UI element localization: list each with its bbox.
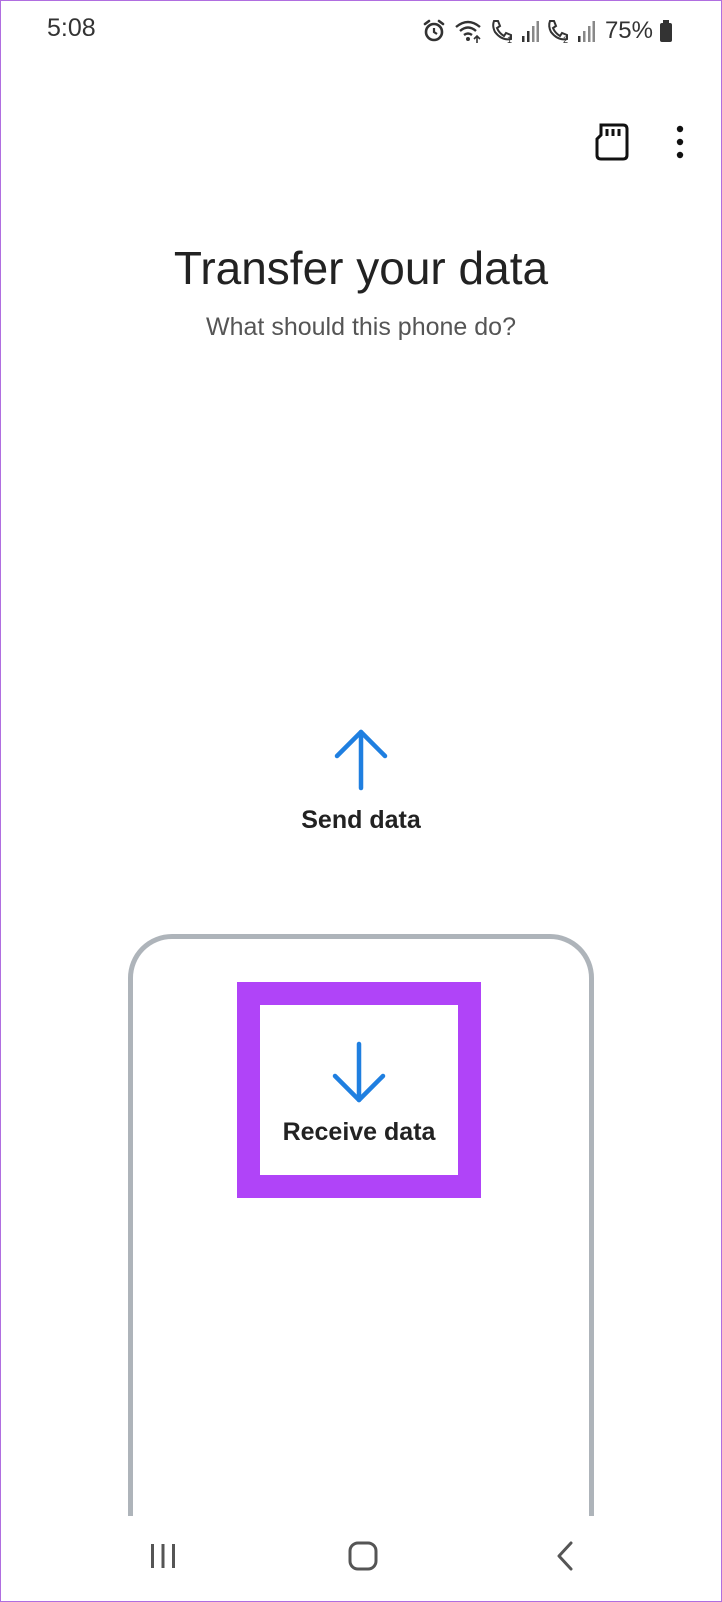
recents-icon	[148, 1542, 178, 1575]
screen: 5:08 1 2 75% Transfer your data What sho…	[0, 0, 722, 1602]
arrow-down-icon	[329, 1040, 389, 1106]
svg-text:2: 2	[563, 35, 568, 44]
home-icon	[347, 1540, 379, 1577]
sd-card-button[interactable]	[589, 121, 635, 167]
status-time: 5:08	[47, 14, 96, 42]
battery-percent: 75%	[604, 17, 653, 44]
battery-icon	[659, 19, 673, 43]
wifi-icon	[453, 18, 483, 44]
back-icon	[553, 1540, 577, 1577]
call-sim2-icon: 2	[545, 18, 571, 44]
page-subtitle: What should this phone do?	[206, 313, 516, 341]
signal-icon	[577, 19, 595, 43]
action-bar	[521, 117, 721, 177]
page-title: Transfer your data	[173, 242, 549, 294]
home-button[interactable]	[331, 1526, 395, 1590]
more-vertical-icon	[675, 125, 685, 164]
receive-data-label: Receive data	[282, 1118, 436, 1146]
status-bar: 5:08 1 2 75%	[1, 1, 721, 61]
sd-card-icon	[595, 123, 629, 166]
navigation-bar	[1, 1516, 721, 1601]
send-data-label: Send data	[301, 806, 421, 834]
signal-icon	[521, 19, 539, 43]
more-options-button[interactable]	[657, 121, 703, 167]
back-button[interactable]	[533, 1526, 597, 1590]
alarm-icon	[421, 18, 447, 44]
svg-text:1: 1	[507, 35, 512, 44]
status-icons: 1 2 75%	[421, 15, 673, 47]
send-data-button[interactable]: Send data	[261, 726, 461, 856]
arrow-up-icon	[331, 726, 391, 792]
call-sim1-icon: 1	[489, 18, 515, 44]
receive-data-button[interactable]: Receive data	[260, 1005, 458, 1175]
recents-button[interactable]	[131, 1526, 195, 1590]
